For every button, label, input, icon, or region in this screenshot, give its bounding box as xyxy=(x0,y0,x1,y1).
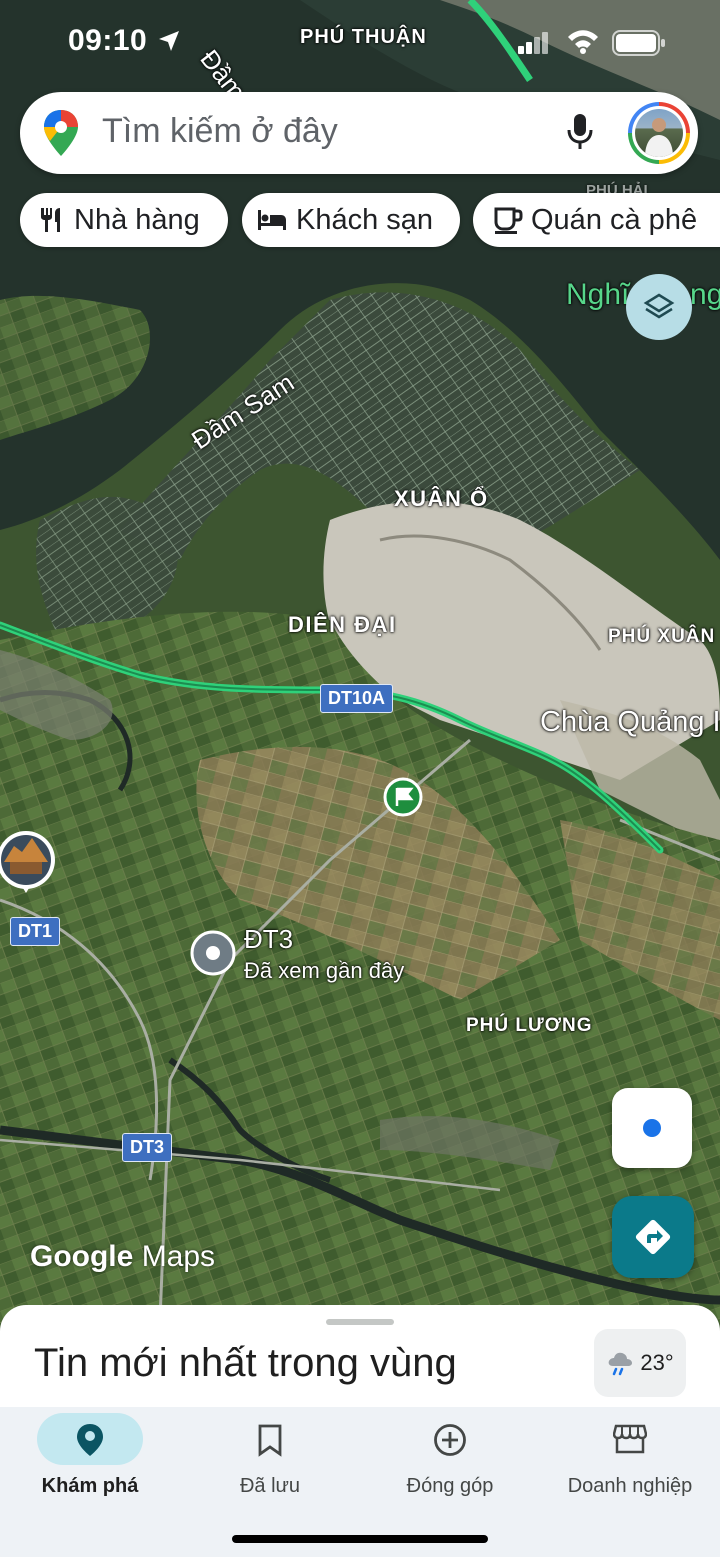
road-shield-dt10a: DT10A xyxy=(320,684,394,713)
nav-label: Đóng góp xyxy=(406,1475,494,1497)
home-indicator[interactable] xyxy=(232,1535,488,1543)
place-name[interactable]: ĐT3 xyxy=(244,924,293,955)
map-label-nghi-tail: ng xyxy=(690,278,720,311)
location-arrow-icon xyxy=(159,31,179,51)
weather-temp: 23° xyxy=(640,1350,674,1375)
map-label-phu-luong: PHÚ LƯƠNG xyxy=(466,1015,593,1036)
coffee-icon xyxy=(494,207,523,234)
sheet-drag-handle[interactable] xyxy=(326,1319,394,1325)
layers-icon xyxy=(643,293,675,319)
bookmark-icon xyxy=(180,1423,360,1457)
bottom-nav: Khám phá Đã lưu Đóng góp Doanh nghiệp xyxy=(0,1407,720,1557)
chip-label: Quán cà phê xyxy=(531,203,698,236)
map-label-xuan-o: XUÂN Ổ xyxy=(394,486,489,511)
my-location-button[interactable] xyxy=(612,1088,692,1168)
nav-label: Doanh nghiệp xyxy=(567,1475,693,1497)
map-label-phu-xuan: PHÚ XUÂN xyxy=(608,626,716,647)
nav-label: Đã lưu xyxy=(239,1475,301,1497)
avatar-ring-inner xyxy=(632,106,686,160)
add-circle-icon xyxy=(360,1423,540,1457)
wifi-icon xyxy=(568,30,598,54)
map-label-chua-quang[interactable]: Chùa Quảng I xyxy=(540,706,720,739)
storefront-icon xyxy=(540,1423,720,1455)
rain-cloud-icon xyxy=(608,1352,633,1376)
nav-business[interactable]: Doanh nghiệp xyxy=(540,1407,720,1517)
nav-saved[interactable]: Đã lưu xyxy=(180,1407,360,1517)
nav-explore[interactable]: Khám phá xyxy=(0,1407,180,1517)
road-shield-dt3: DT3 xyxy=(122,1133,173,1162)
place-subtitle: Đã xem gần đây xyxy=(244,958,405,983)
map-label-dien-dai: DIÊN ĐẠI xyxy=(288,612,397,637)
chip-restaurants[interactable]: Nhà hàng xyxy=(20,193,228,247)
map-label-nghi-text: Nghĩ xyxy=(566,278,630,311)
map-label-nghi: Nghĩ ng xyxy=(566,278,720,312)
chip-coffee[interactable]: Quán cà phê xyxy=(473,193,720,247)
chip-label: Khách sạn xyxy=(296,203,434,236)
cellular-signal-icon xyxy=(518,32,548,54)
weather-chip[interactable]: 23° xyxy=(594,1329,686,1397)
location-dot-icon xyxy=(643,1119,661,1137)
chip-label: Nhà hàng xyxy=(74,203,200,236)
directions-icon xyxy=(635,1219,671,1255)
nav-contribute[interactable]: Đóng góp xyxy=(360,1407,540,1517)
avatar-person-icon xyxy=(645,118,673,157)
status-time: 09:10 xyxy=(68,24,148,57)
bottom-sheet[interactable]: Tin mới nhất trong vùng 23° xyxy=(0,1305,720,1407)
mic-icon[interactable] xyxy=(566,112,594,152)
status-bar: 09:10 xyxy=(0,0,720,84)
explore-pin-icon xyxy=(0,1423,180,1457)
directions-button[interactable] xyxy=(612,1196,694,1278)
sheet-title: Tin mới nhất trong vùng xyxy=(34,1341,457,1385)
logo-maps: Maps xyxy=(141,1240,216,1273)
logo-google: Google xyxy=(30,1240,134,1273)
search-bar[interactable]: Tìm kiếm ở đây xyxy=(20,92,698,174)
search-input[interactable]: Tìm kiếm ở đây xyxy=(102,112,338,151)
maps-pin-icon xyxy=(44,110,78,156)
hotel-icon xyxy=(258,210,286,230)
google-maps-logo: Google Maps xyxy=(30,1240,215,1274)
restaurant-icon xyxy=(41,208,60,232)
profile-avatar[interactable] xyxy=(628,102,690,164)
battery-icon xyxy=(612,30,665,56)
category-chips: Nhà hàng Khách sạn Quán cà phê xyxy=(20,193,720,247)
chip-hotels[interactable]: Khách sạn xyxy=(242,193,460,247)
road-shield-dt1: DT1 xyxy=(10,917,61,946)
nav-label: Khám phá xyxy=(41,1475,139,1497)
avatar-photo xyxy=(635,109,683,157)
layers-button[interactable] xyxy=(626,274,692,340)
